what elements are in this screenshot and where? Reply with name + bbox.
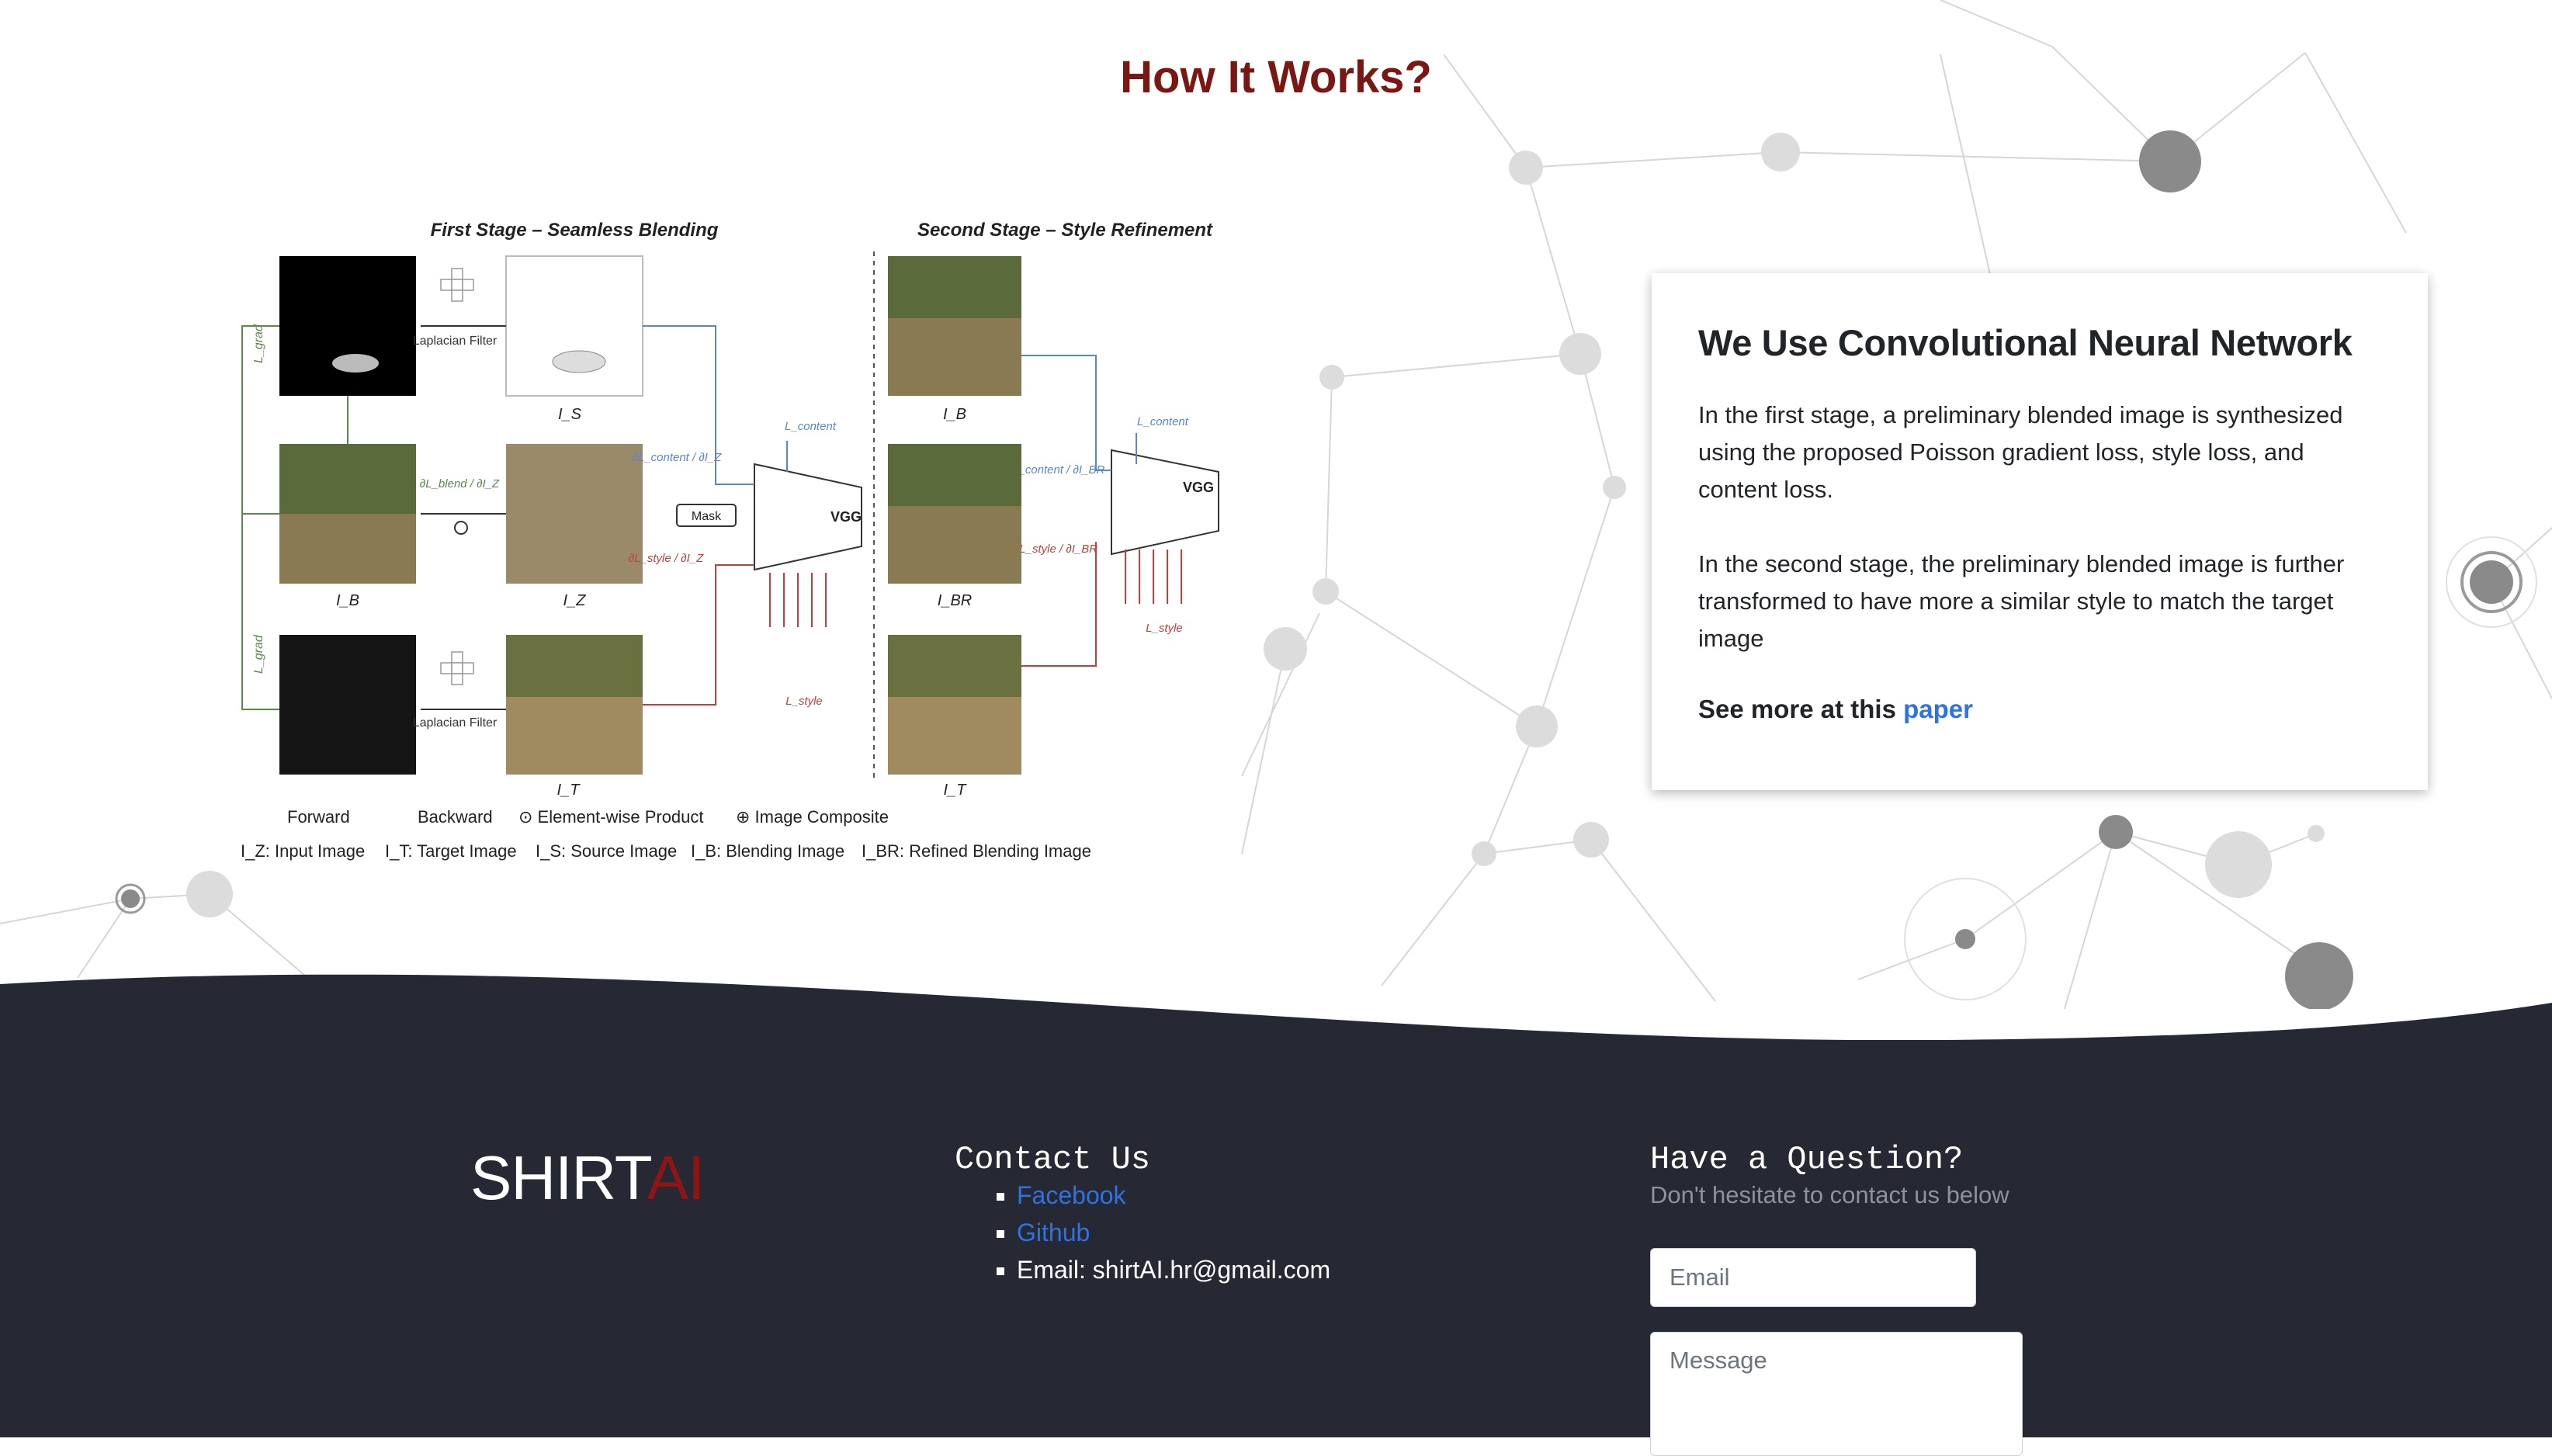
- legend-forward: Forward: [287, 807, 350, 827]
- card-paragraph-first-stage: In the first stage, a preliminary blende…: [1698, 401, 2343, 503]
- legend-backward: Backward: [418, 807, 493, 827]
- vgg-block-2: [1111, 449, 1219, 556]
- ib-label: I_B: [336, 592, 359, 609]
- footer: SHIRTAI Contact Us Facebook Github Email…: [0, 1040, 2552, 1456]
- dlstyle-br-label: ∂L_style / ∂I_BR: [1014, 543, 1097, 556]
- vgg-label-1: VGG: [830, 509, 862, 525]
- legend-source-image: I_S: Source Image: [536, 841, 677, 861]
- contact-us-heading: Contact Us: [955, 1141, 1151, 1178]
- lcontent-label-2: L_content: [1137, 415, 1189, 428]
- lcontent-label-1: L_content: [785, 420, 837, 433]
- legend-composite: ⊕ Image Composite: [736, 807, 889, 827]
- iz-label: I_Z: [563, 592, 587, 609]
- facebook-link[interactable]: Facebook: [1017, 1181, 1126, 1209]
- see-more-label: See more at this: [1698, 695, 1904, 723]
- legend-target-image: I_T: Target Image: [385, 841, 517, 861]
- contact-item-email: Email: shirtAI.hr@gmail.com: [1017, 1251, 1330, 1288]
- contact-item-github: Github: [1017, 1214, 1330, 1251]
- stage2-it-label: I_T: [944, 782, 968, 799]
- paper-link[interactable]: paper: [1903, 695, 1973, 723]
- contact-item-facebook: Facebook: [1017, 1177, 1330, 1214]
- dlstyle-z-label: ∂L_style / ∂I_Z: [629, 552, 704, 565]
- how-it-works-section: How It Works? First Stage – Seamless Ble…: [0, 0, 2552, 1009]
- it-label: I_T: [557, 782, 581, 799]
- gradient-mask-image: [279, 256, 416, 396]
- legend-element-wise: ⊙ Element-wise Product: [518, 807, 704, 827]
- stage2-ib-label: I_B: [943, 406, 966, 423]
- brand-logo[interactable]: SHIRTAI: [470, 1142, 706, 1214]
- email-field[interactable]: [1650, 1248, 1976, 1307]
- stage1-title: First Stage – Seamless Blending: [431, 220, 719, 241]
- lgrad-label-top: L_grad: [252, 324, 265, 363]
- footer-wave: [0, 974, 2552, 1052]
- stage2-title: Second Stage – Style Refinement: [917, 220, 1213, 241]
- card-paragraph-second-stage: In the second stage, the preliminary ble…: [1698, 550, 2345, 652]
- vgg-label-2: VGG: [1183, 480, 1214, 495]
- lstyle-label-1: L_style: [785, 695, 823, 708]
- is-label: I_S: [558, 406, 582, 423]
- legend-blending-image: I_B: Blending Image: [691, 841, 844, 861]
- mask-label: Mask: [692, 510, 722, 523]
- card-title: We Use Convolutional Neural Network: [1698, 322, 2353, 363]
- source-image: [505, 255, 643, 397]
- question-subtitle: Don't hesitate to contact us below: [1650, 1181, 2009, 1208]
- message-field[interactable]: [1650, 1332, 2023, 1456]
- gradient-image: [279, 635, 416, 775]
- dlblend-label: ∂L_blend / ∂I_Z: [420, 477, 500, 491]
- see-more-text: See more at this paper: [1698, 695, 2380, 724]
- laplacian-label-bottom: Laplacian Filter: [413, 716, 498, 730]
- laplacian-label-top: Laplacian Filter: [413, 335, 498, 348]
- lgrad-label-bottom: L_grad: [252, 634, 265, 674]
- legend-refined-image: I_BR: Refined Blending Image: [862, 841, 1091, 861]
- github-link[interactable]: Github: [1017, 1219, 1090, 1246]
- ibr-label: I_BR: [938, 592, 972, 609]
- dlcontent-z-label: ∂L_content / ∂I_Z: [633, 451, 723, 464]
- blending-pipeline-diagram: First Stage – Seamless Blending Second S…: [217, 208, 1226, 868]
- question-heading: Have a Question?: [1650, 1141, 1964, 1178]
- lstyle-label-2: L_style: [1146, 622, 1183, 635]
- input-image: [506, 444, 643, 584]
- brand-ai: AI: [647, 1143, 706, 1212]
- legend-input-image: I_Z: Input Image: [241, 841, 365, 861]
- brand-main: SHIRT: [470, 1143, 648, 1212]
- contact-list: Facebook Github Email: shirtAI.hr@gmail.…: [955, 1177, 1330, 1288]
- cnn-info-card: We Use Convolutional Neural Network In t…: [1652, 273, 2428, 790]
- section-title: How It Works?: [1120, 52, 1432, 102]
